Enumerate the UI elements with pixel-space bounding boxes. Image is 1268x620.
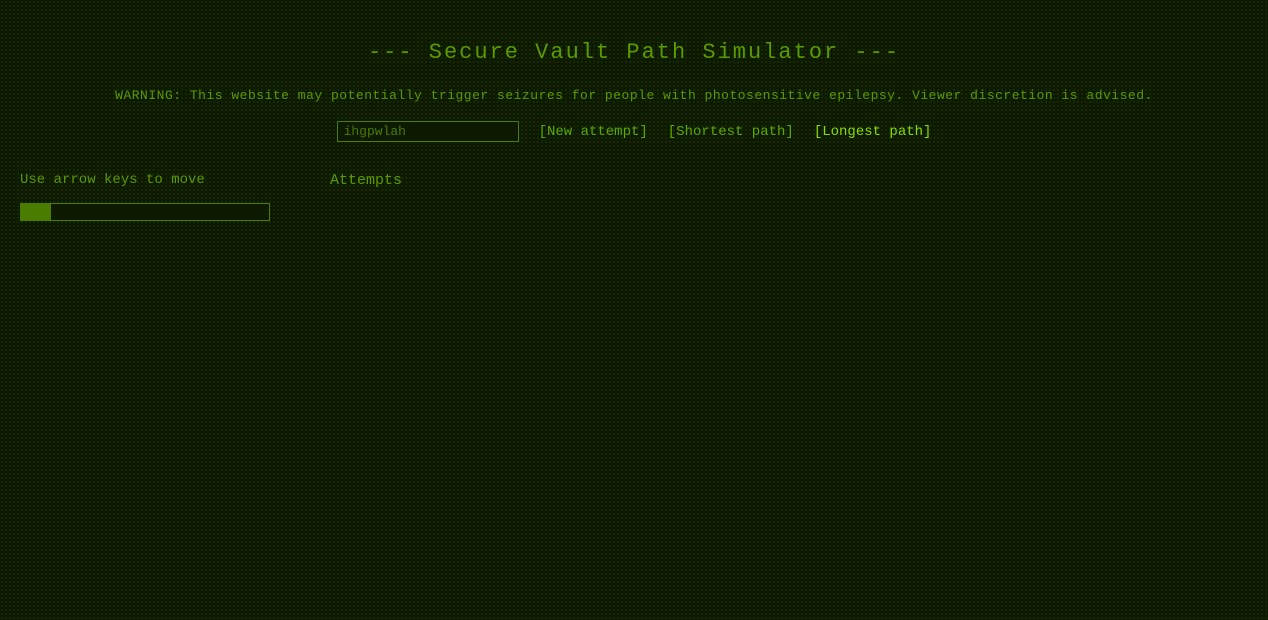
nav-bar: [New attempt] [Shortest path] [Longest p… (0, 111, 1268, 162)
new-attempt-label: [New attempt] (539, 124, 648, 140)
content-area: Use arrow keys to move Attempts (0, 162, 1268, 231)
left-panel: Use arrow keys to move (20, 172, 300, 221)
warning-bar: WARNING: This website may potentially tr… (0, 80, 1268, 111)
shortest-path-link[interactable]: [Shortest path] (668, 124, 794, 140)
new-attempt-link[interactable]: [New attempt] (539, 124, 648, 140)
seed-input[interactable] (337, 121, 519, 142)
longest-path-link[interactable]: [Longest path] (814, 124, 932, 140)
progress-bar-container (20, 203, 270, 221)
page-title: --- Secure Vault Path Simulator --- (0, 20, 1268, 80)
right-panel: Attempts (330, 172, 1248, 189)
title-text: --- Secure Vault Path Simulator --- (368, 40, 900, 65)
instruction-text: Use arrow keys to move (20, 172, 300, 188)
attempts-text: Attempts (330, 172, 402, 189)
progress-bar-fill (21, 204, 51, 220)
shortest-path-label: [Shortest path] (668, 124, 794, 140)
attempts-label: Attempts (330, 172, 1248, 189)
page-wrapper: --- Secure Vault Path Simulator --- WARN… (0, 0, 1268, 620)
warning-text: WARNING: This website may potentially tr… (115, 88, 1153, 103)
instruction-label: Use arrow keys to move (20, 172, 205, 188)
longest-path-label: [Longest path] (814, 124, 932, 140)
